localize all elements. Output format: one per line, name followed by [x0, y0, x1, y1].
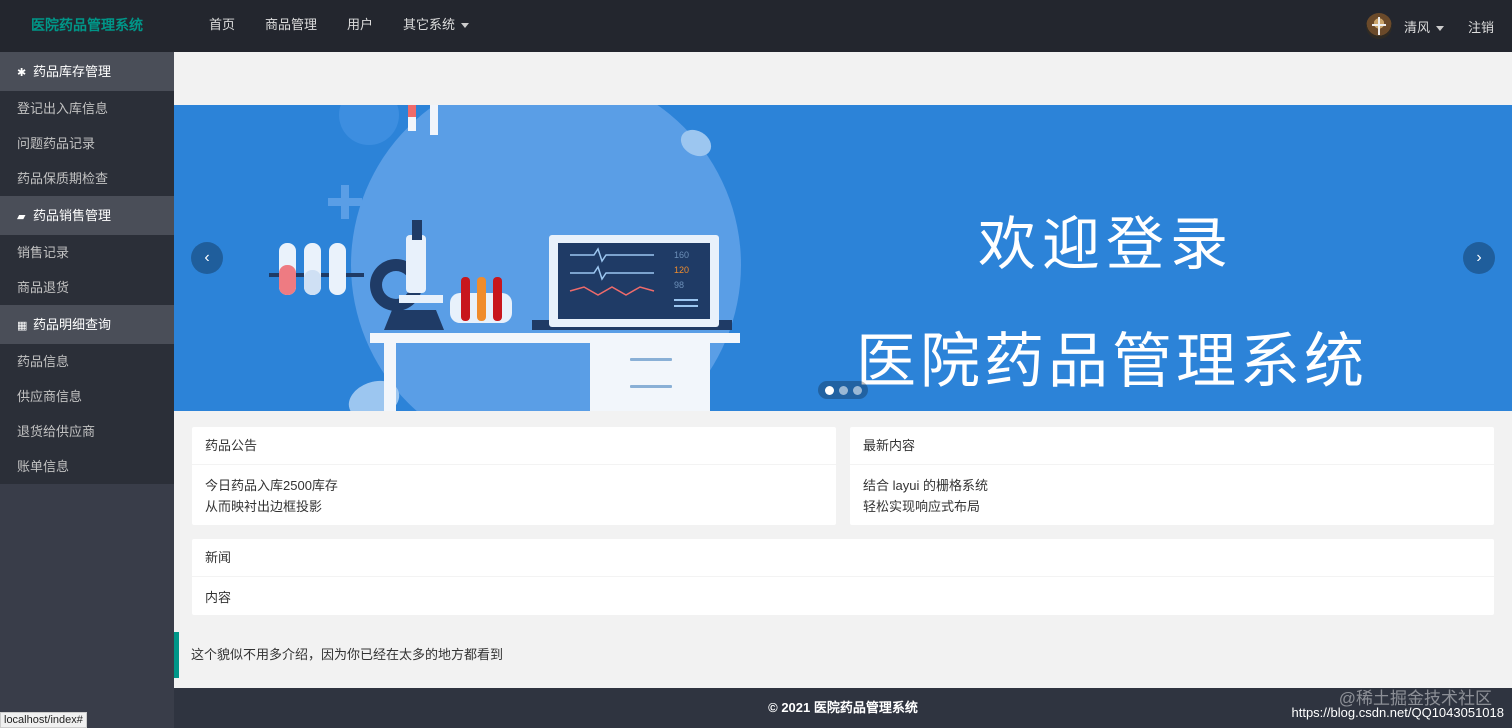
carousel-next-button[interactable]: ›: [1463, 242, 1495, 274]
sidebar-item-sales-records[interactable]: 销售记录: [0, 235, 174, 270]
sidebar-group-details: ▦ 药品明细查询 药品信息 供应商信息 退货给供应商 账单信息: [0, 305, 174, 484]
sidebar-group-title-details[interactable]: ▦ 药品明细查询: [0, 305, 174, 344]
latest-line-1: 结合 layui 的栅格系统: [863, 478, 988, 493]
intro-quote: 这个貌似不用多介绍，因为你已经在太多的地方都看到: [174, 632, 1512, 678]
sidebar-item-returns[interactable]: 商品退货: [0, 270, 174, 305]
notice-line-1: 今日药品入库2500库存: [205, 478, 338, 493]
news-card-title: 新闻: [192, 539, 1494, 577]
monitor-value-2: 120: [674, 265, 689, 275]
carousel-indicators: [818, 381, 868, 399]
sidebar: ✱ 药品库存管理 登记出入库信息 问题药品记录 药品保质期检查 ▰ 药品销售管理 销…: [0, 52, 174, 728]
banner-carousel: 160 120 98 欢迎登录 医院药品管理系统 ‹ ›: [174, 105, 1512, 411]
main-content: 160 120 98 欢迎登录 医院药品管理系统 ‹ › 药品公告 今日药品入库…: [174, 52, 1512, 688]
chevron-right-icon: ›: [1476, 249, 1482, 266]
sidebar-item-supplier-info[interactable]: 供应商信息: [0, 379, 174, 414]
sidebar-group-title-inventory[interactable]: ✱ 药品库存管理: [0, 52, 174, 91]
sidebar-item-stock-inout[interactable]: 登记出入库信息: [0, 91, 174, 126]
latest-card: 最新内容 结合 layui 的栅格系统 轻松实现响应式布局: [850, 427, 1494, 525]
watermark-url: https://blog.csdn.net/QQ1043051018: [1291, 705, 1505, 720]
gear-icon: ✱: [17, 67, 27, 79]
sidebar-group-label: 药品销售管理: [33, 208, 112, 223]
sidebar-group-sales: ▰ 药品销售管理 销售记录 商品退货: [0, 196, 174, 305]
sidebar-group-title-sales[interactable]: ▰ 药品销售管理: [0, 196, 174, 235]
banner-welcome-text: 欢迎登录: [978, 210, 1235, 278]
sidebar-item-expiry-check[interactable]: 药品保质期检查: [0, 161, 174, 196]
user-name: 清风: [1403, 19, 1430, 35]
sidebar-group-inventory: ✱ 药品库存管理 登记出入库信息 问题药品记录 药品保质期检查: [0, 52, 174, 196]
chat-icon: ▰: [17, 211, 26, 223]
notice-line-2: 从而映衬出边框投影: [205, 499, 323, 514]
sidebar-group-label: 药品库存管理: [33, 64, 112, 79]
news-card: 新闻 内容: [192, 539, 1494, 615]
sidebar-item-bills[interactable]: 账单信息: [0, 449, 174, 484]
nav-goods[interactable]: 商品管理: [250, 0, 332, 52]
latest-card-title: 最新内容: [850, 427, 1494, 465]
chevron-down-icon: [461, 23, 470, 29]
sidebar-item-drug-info[interactable]: 药品信息: [0, 344, 174, 379]
banner-system-name: 医院药品管理系统: [856, 327, 1368, 397]
nav-other-systems[interactable]: 其它系统: [388, 0, 484, 52]
monitor-value-1: 160: [674, 250, 689, 260]
app-logo[interactable]: 医院药品管理系统: [0, 0, 174, 52]
latest-line-2: 轻松实现响应式布局: [863, 499, 981, 514]
notice-card: 药品公告 今日药品入库2500库存 从而映衬出边框投影: [192, 427, 836, 525]
logout-link[interactable]: 注销: [1468, 17, 1494, 36]
user-menu[interactable]: 清风: [1404, 17, 1444, 36]
top-nav: 首页 商品管理 用户 其它系统: [194, 0, 484, 52]
nav-users-label: 用户: [347, 17, 374, 32]
notice-card-title: 药品公告: [192, 427, 836, 465]
carousel-dot-3[interactable]: [852, 385, 862, 395]
carousel-dot-1[interactable]: [824, 385, 834, 395]
nav-goods-label: 商品管理: [265, 17, 318, 32]
nav-home[interactable]: 首页: [194, 0, 250, 52]
carousel-dot-2[interactable]: [838, 385, 848, 395]
sidebar-item-problem-drugs[interactable]: 问题药品记录: [0, 126, 174, 161]
sidebar-group-label: 药品明细查询: [33, 317, 112, 332]
carousel-prev-button[interactable]: ‹: [191, 242, 223, 274]
nav-other-label: 其它系统: [403, 17, 456, 32]
monitor-value-3: 98: [674, 280, 684, 290]
top-header: 医院药品管理系统 首页 商品管理 用户 其它系统 清风 注销: [0, 0, 1512, 52]
sidebar-item-return-supplier[interactable]: 退货给供应商: [0, 414, 174, 449]
chevron-left-icon: ‹: [204, 249, 210, 266]
grid-icon: ▦: [17, 320, 28, 332]
user-area: 清风 注销: [1365, 0, 1500, 52]
avatar[interactable]: [1365, 13, 1392, 39]
nav-home-label: 首页: [209, 17, 236, 32]
status-bar-url: localhost/index#: [0, 712, 87, 728]
news-body: 内容: [205, 590, 232, 605]
chevron-down-icon: [1435, 25, 1444, 31]
nav-users[interactable]: 用户: [332, 0, 388, 52]
